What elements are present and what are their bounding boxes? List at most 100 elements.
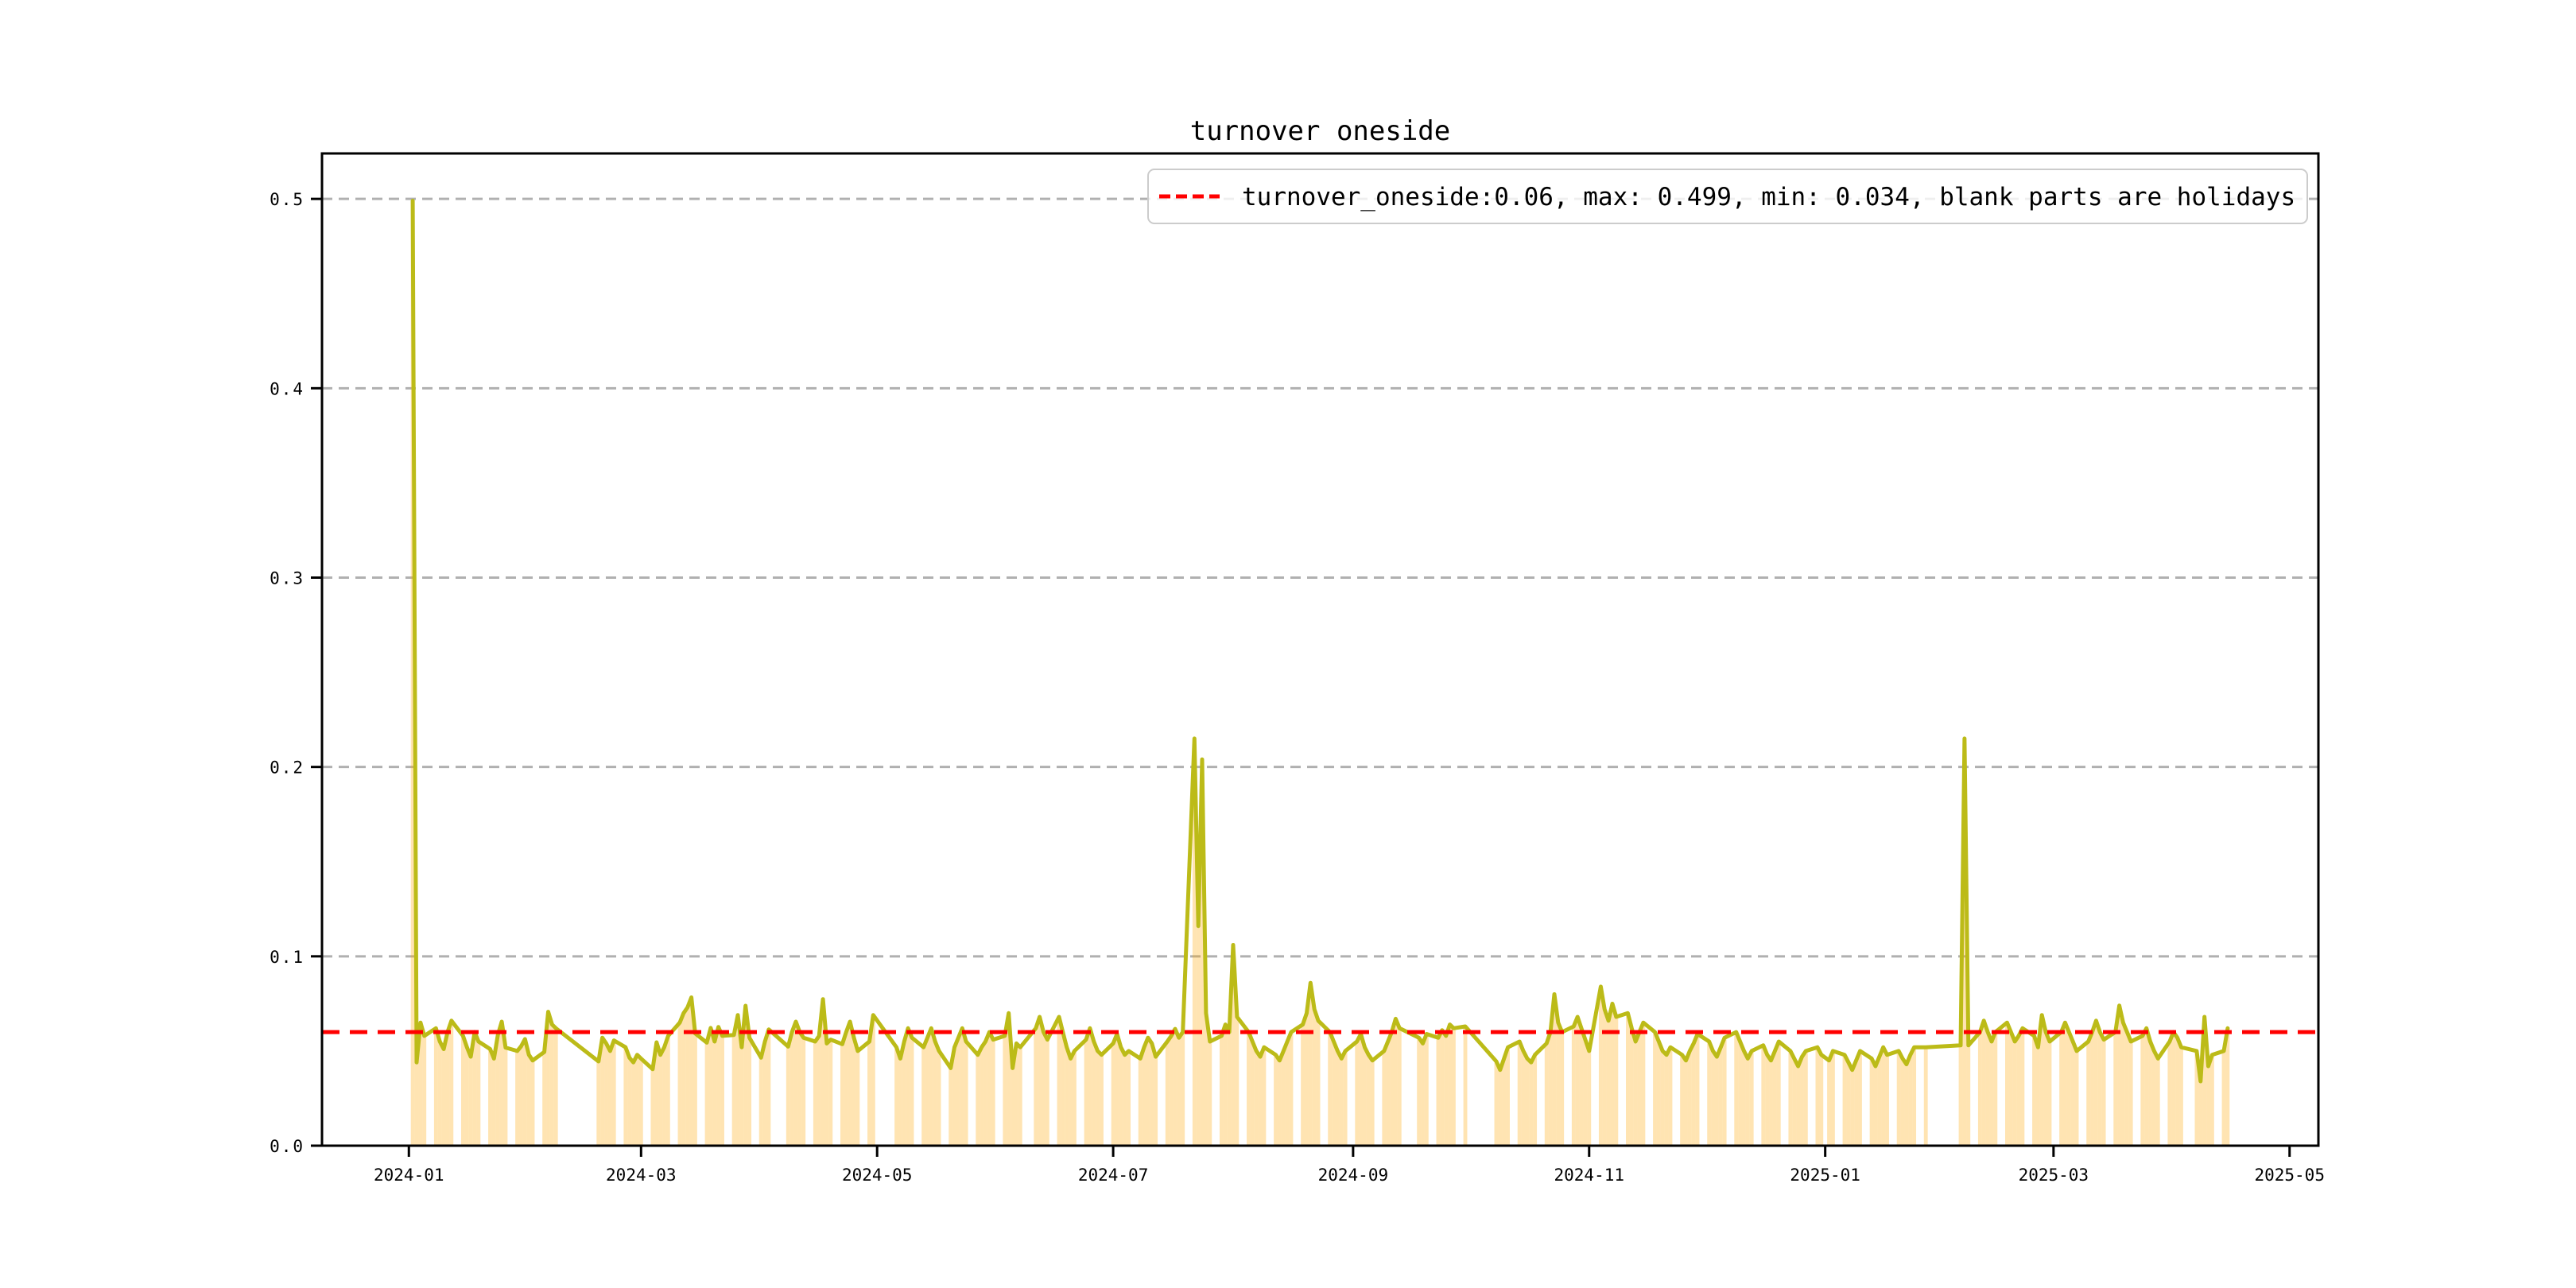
trading-day-band <box>1718 1042 1723 1146</box>
trading-day-band <box>1127 1050 1131 1146</box>
trading-day-band <box>1494 1059 1499 1146</box>
trading-day-band <box>855 1044 860 1146</box>
trading-day-band <box>1800 1053 1804 1146</box>
y-tick-label: 0.3 <box>270 568 305 588</box>
trading-day-band <box>2151 1046 2156 1146</box>
trading-day-band <box>1819 1050 1824 1146</box>
trading-day-band <box>1610 1003 1615 1146</box>
trading-day-band <box>2155 1054 2160 1146</box>
trading-day-band <box>844 1026 848 1146</box>
trading-day-band <box>522 1038 527 1146</box>
trading-day-band <box>716 1026 721 1146</box>
trading-day-band <box>638 1057 643 1146</box>
trading-day-band <box>433 1028 438 1146</box>
trading-day-band <box>1842 1053 1847 1146</box>
trading-day-band <box>1908 1050 1913 1146</box>
trading-day-band <box>1904 1059 1909 1146</box>
trading-day-band <box>1583 1034 1588 1146</box>
trading-day-band <box>1912 1047 1917 1146</box>
trading-day-band <box>2128 1037 2133 1146</box>
trading-day-band <box>980 1044 984 1146</box>
trading-day-band <box>1858 1050 1862 1146</box>
trading-day-band <box>665 1034 670 1146</box>
trading-day-band <box>1335 1046 1340 1146</box>
trading-day-band <box>1289 1030 1294 1146</box>
trading-day-band <box>1792 1054 1797 1146</box>
trading-day-band <box>1803 1050 1808 1146</box>
trading-day-band <box>1869 1057 1874 1146</box>
trading-day-band <box>1850 1065 1855 1146</box>
trading-day-band <box>530 1057 535 1146</box>
trading-day-band <box>1923 1047 1928 1146</box>
trading-day-band <box>1885 1050 1889 1146</box>
trading-day-band <box>2097 1026 2102 1146</box>
trading-day-band <box>1223 1024 1228 1146</box>
trading-day-band <box>1734 1032 1739 1146</box>
trading-day-band <box>1521 1046 1526 1146</box>
trading-day-band <box>1533 1053 1538 1146</box>
trading-day-band <box>720 1031 724 1146</box>
trading-day-band <box>1119 1040 1123 1146</box>
trading-day-band <box>1397 1023 1402 1146</box>
trading-day-band <box>2032 1034 2036 1146</box>
trading-day-band <box>2090 1026 2094 1146</box>
trading-day-band <box>1498 1064 1503 1146</box>
trading-day-band <box>1575 1017 1580 1146</box>
trading-day-band <box>1722 1037 1727 1146</box>
trading-day-band <box>1146 1038 1150 1146</box>
trading-day-band <box>2144 1028 2149 1146</box>
trading-day-band <box>2086 1037 2091 1146</box>
trading-day-band <box>2066 1027 2071 1146</box>
trading-day-band <box>2124 1027 2129 1146</box>
trading-day-band <box>937 1046 941 1146</box>
trading-day-band <box>1084 1034 1088 1146</box>
trading-day-band <box>1854 1055 1859 1146</box>
turnover-line-series <box>410 199 2230 1084</box>
trading-day-band <box>828 1039 833 1146</box>
trading-day-band <box>1355 1038 1360 1146</box>
trading-day-band <box>1115 1034 1119 1146</box>
trading-day-band <box>1092 1034 1096 1146</box>
trading-day-band <box>1219 1030 1224 1146</box>
trading-day-band <box>1285 1037 1290 1146</box>
trading-day-band <box>2012 1037 2017 1146</box>
trading-day-band <box>758 1049 763 1146</box>
trading-day-band <box>1123 1050 1127 1146</box>
trading-day-band <box>1772 1046 1777 1146</box>
trading-day-band <box>793 1022 798 1146</box>
trading-day-band <box>1664 1050 1669 1146</box>
trading-day-band <box>1881 1047 1886 1146</box>
trading-day-band <box>2171 1032 2176 1146</box>
trading-day-band <box>987 1032 991 1146</box>
trading-day-band <box>1626 1013 1630 1146</box>
trading-day-band <box>1695 1034 1700 1146</box>
turnover-chart: 0.0 0.1 0.2 0.3 0.4 0.5 2024-01 2024-03 2024-05 2… <box>270 115 2325 1185</box>
trading-day-band <box>1436 1034 1441 1146</box>
trading-day-band <box>867 1028 871 1146</box>
trading-day-band <box>1877 1052 1882 1146</box>
trading-day-band <box>1985 1026 1990 1146</box>
trading-day-band <box>1707 1040 1712 1146</box>
trading-day-band <box>1846 1058 1851 1146</box>
trading-day-band <box>1598 986 1603 1146</box>
trading-day-band <box>1830 1050 1835 1146</box>
turnover-polyline <box>410 199 2230 1084</box>
trading-day-band <box>1343 1049 1348 1146</box>
trading-day-band <box>1896 1050 1901 1146</box>
trading-day-band <box>1393 1018 1398 1146</box>
trading-day-band <box>1765 1049 1770 1146</box>
trading-day-band <box>1138 1053 1143 1146</box>
trading-day-band <box>1250 1037 1255 1146</box>
trading-day-band <box>1069 1053 1073 1146</box>
trading-day-band <box>848 1022 852 1146</box>
trading-day-band <box>2209 1053 2214 1146</box>
trading-day-band <box>1691 1038 1696 1146</box>
trading-day-band <box>1451 1026 1456 1146</box>
trading-day-band <box>731 1025 736 1146</box>
trading-day-band <box>921 1042 926 1146</box>
trading-day-band <box>607 1046 612 1146</box>
trading-day-band <box>983 1037 987 1146</box>
trading-day-band <box>1653 1030 1657 1146</box>
x-tick-label: 2024-01 <box>374 1166 444 1185</box>
trading-day-band <box>627 1052 632 1146</box>
